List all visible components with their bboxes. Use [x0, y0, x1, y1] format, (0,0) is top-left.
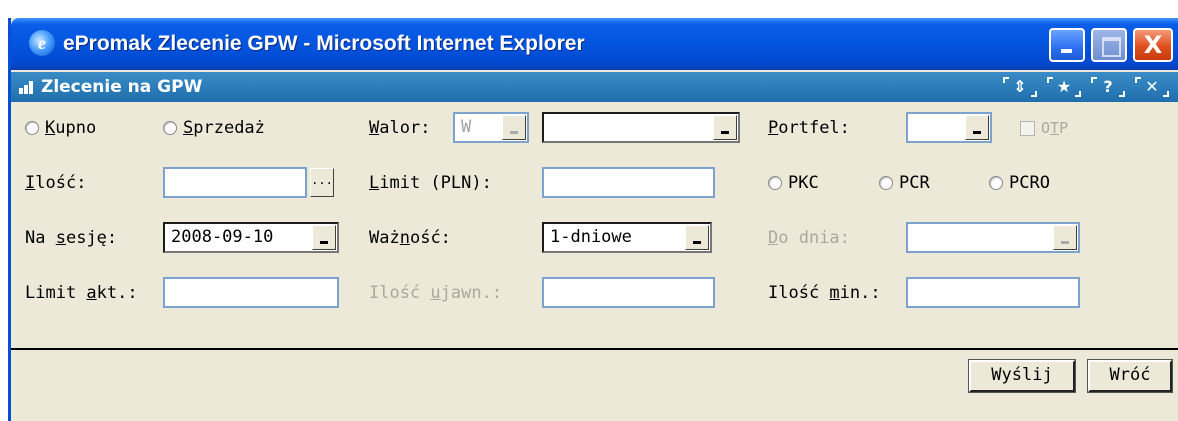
pin-icon[interactable]: ★ — [1044, 75, 1084, 99]
walor-label: Walor: — [369, 118, 431, 138]
pkc-radio[interactable] — [768, 176, 782, 190]
chevron-down-icon — [713, 115, 737, 140]
browser-window: e ePromak Zlecenie GPW - Microsoft Inter… — [8, 18, 1178, 421]
waznosc-select[interactable]: 1-dniowe — [542, 222, 712, 253]
help-icon[interactable]: ? — [1088, 75, 1128, 99]
limit-akt-input[interactable] — [163, 277, 339, 308]
ilosc-input[interactable] — [163, 167, 307, 198]
limit-akt-label: Limit akt.: — [25, 283, 138, 303]
do-dnia-select[interactable] — [906, 222, 1080, 253]
chevron-down-icon — [1053, 225, 1077, 250]
back-button[interactable]: Wróć — [1087, 359, 1173, 393]
kupno-radio[interactable] — [25, 121, 39, 135]
send-button[interactable]: Wyślij — [968, 359, 1076, 393]
ilosc-picker-button[interactable]: ... — [310, 168, 334, 197]
do-dnia-label: Do dnia: — [768, 228, 850, 248]
limit-label: Limit (PLN): — [369, 173, 492, 193]
close-panel-icon[interactable]: ✕ — [1132, 75, 1172, 99]
otp-checkbox[interactable] — [1020, 121, 1035, 136]
ilosc-label: Ilość: — [25, 173, 87, 193]
minimize-button[interactable] — [1049, 28, 1085, 62]
sprzedaz-radio[interactable] — [163, 121, 177, 135]
pcro-radio[interactable] — [989, 176, 1003, 190]
pkc-label: PKC — [788, 173, 819, 193]
chevron-down-icon — [502, 115, 526, 140]
pcr-label: PCR — [899, 173, 930, 193]
chevron-down-icon — [312, 225, 336, 250]
waznosc-label: Ważność: — [369, 228, 451, 248]
order-form: Kupno Sprzedaż Walor: W Portfel: OTP Ilo… — [11, 102, 1178, 322]
panel-title: Zlecenie na GPW — [41, 77, 203, 97]
na-sesje-label: Na sesję: — [25, 228, 118, 248]
ilosc-min-input[interactable] — [906, 277, 1080, 308]
window-title: ePromak Zlecenie GPW - Microsoft Interne… — [63, 32, 585, 55]
ilosc-min-label: Ilość min.: — [768, 283, 881, 303]
chevron-down-icon — [685, 225, 709, 250]
ilosc-ujawn-input[interactable] — [542, 277, 715, 308]
ilosc-ujawn-label: Ilość ujawn.: — [369, 283, 503, 303]
pcr-radio[interactable] — [879, 176, 893, 190]
na-sesje-select[interactable]: 2008-09-10 — [163, 222, 339, 253]
refresh-icon[interactable]: ⇕ — [1000, 75, 1040, 99]
kupno-label: Kupno — [45, 118, 97, 138]
panel-header: Zlecenie na GPW ⇕ ★ ? ✕ — [11, 72, 1178, 102]
portfel-select[interactable] — [906, 112, 992, 143]
close-icon: X — [1143, 31, 1163, 59]
limit-input[interactable] — [542, 167, 715, 198]
close-window-button[interactable]: X — [1133, 28, 1173, 62]
panel-tools: ⇕ ★ ? ✕ — [1000, 75, 1172, 99]
chevron-down-icon — [965, 115, 989, 140]
walor-name-select[interactable] — [542, 112, 740, 143]
internet-explorer-icon: e — [29, 30, 55, 56]
otp-label: OTP — [1041, 119, 1069, 137]
signal-bars-icon — [19, 81, 37, 94]
walor-code-select[interactable]: W — [453, 112, 529, 143]
maximize-button[interactable] — [1091, 28, 1127, 62]
portfel-label: Portfel: — [768, 118, 850, 138]
sprzedaz-label: Sprzedaż — [183, 118, 265, 138]
title-bar: e ePromak Zlecenie GPW - Microsoft Inter… — [11, 18, 1178, 70]
pcro-label: PCRO — [1009, 173, 1050, 193]
